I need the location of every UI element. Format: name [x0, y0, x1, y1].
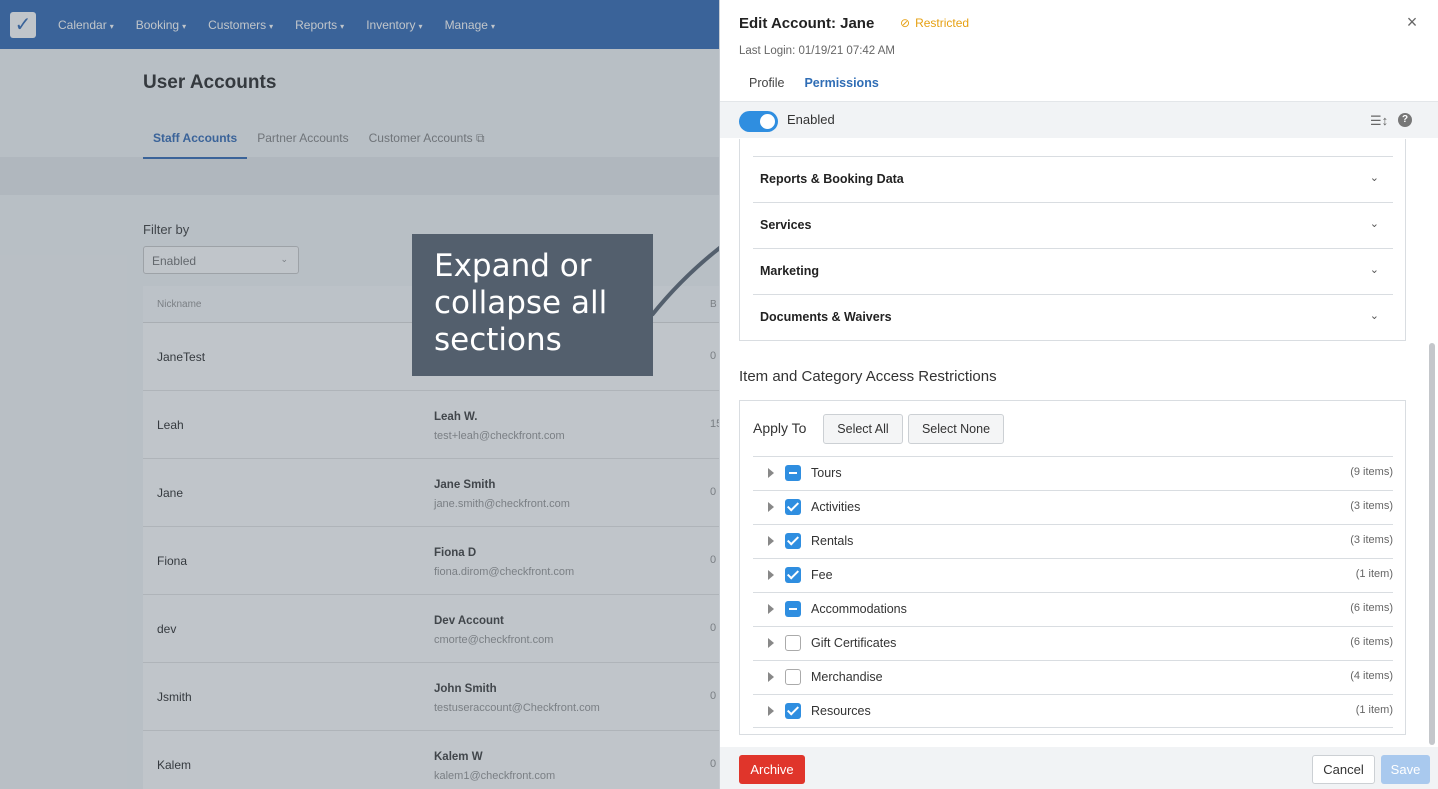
select-none-button[interactable]: Select None — [908, 414, 1004, 444]
category-checkbox[interactable] — [785, 567, 801, 583]
tab-profile[interactable]: Profile — [739, 72, 794, 103]
access-restrictions-title: Item and Category Access Restrictions — [739, 368, 997, 385]
item-category-row[interactable]: Tours (9 items) — [753, 456, 1393, 490]
item-category-row[interactable]: Merchandise (4 items) — [753, 660, 1393, 694]
category-name: Activities — [811, 500, 861, 514]
item-category-row[interactable]: Accommodations (6 items) — [753, 592, 1393, 626]
section-marketing[interactable]: Marketing ⌄ — [753, 249, 1393, 295]
last-login: Last Login: 01/19/21 07:42 AM — [739, 45, 896, 57]
item-category-row[interactable]: Activities (3 items) — [753, 490, 1393, 524]
category-checkbox[interactable] — [785, 465, 801, 481]
expand-triangle-icon[interactable] — [768, 604, 774, 614]
category-checkbox[interactable] — [785, 533, 801, 549]
expand-collapse-all-icon[interactable]: ☰↕ — [1370, 113, 1388, 129]
section-services[interactable]: Services ⌄ — [753, 203, 1393, 249]
chevron-down-icon: ⌄ — [1369, 172, 1379, 184]
section-row-partial[interactable] — [753, 139, 1393, 157]
tutorial-callout: Expand or collapse all sections — [412, 234, 653, 376]
category-count: (3 items) — [1350, 500, 1393, 512]
section-reports-booking-data[interactable]: Reports & Booking Data ⌄ — [753, 157, 1393, 203]
expand-triangle-icon[interactable] — [768, 638, 774, 648]
status-badge: ⊘ Restricted — [900, 16, 970, 30]
expand-triangle-icon[interactable] — [768, 536, 774, 546]
panel-footer: Archive Cancel Save — [720, 747, 1438, 789]
expand-triangle-icon[interactable] — [768, 672, 774, 682]
category-checkbox[interactable] — [785, 703, 801, 719]
toggle-label: Enabled — [787, 112, 835, 127]
category-name: Merchandise — [811, 670, 883, 684]
item-category-row[interactable]: Resources (1 item) — [753, 694, 1393, 728]
category-count: (6 items) — [1350, 602, 1393, 614]
chevron-down-icon: ⌄ — [1369, 218, 1379, 230]
permissions-toolbar: Enabled ☰↕ ? — [720, 101, 1438, 138]
category-name: Rentals — [811, 534, 854, 548]
access-restrictions-box: Apply To Select All Select None Tours (9 … — [739, 400, 1406, 735]
category-checkbox[interactable] — [785, 635, 801, 651]
category-checkbox[interactable] — [785, 499, 801, 515]
category-count: (9 items) — [1350, 466, 1393, 478]
help-icon[interactable]: ? — [1398, 113, 1412, 127]
cancel-button[interactable]: Cancel — [1312, 755, 1375, 784]
category-name: Resources — [811, 704, 871, 718]
modal-overlay[interactable] — [0, 0, 720, 789]
category-name: Accommodations — [811, 602, 907, 616]
edit-account-panel: Edit Account: Jane ⊘ Restricted × Last Lo… — [719, 0, 1438, 789]
item-category-row[interactable]: Fee (1 item) — [753, 558, 1393, 592]
category-checkbox[interactable] — [785, 669, 801, 685]
enabled-toggle[interactable] — [739, 111, 778, 132]
item-category-row[interactable]: Gift Certificates (6 items) — [753, 626, 1393, 660]
expand-triangle-icon[interactable] — [768, 502, 774, 512]
chevron-down-icon: ⌄ — [1369, 310, 1379, 322]
save-button[interactable]: Save — [1381, 755, 1430, 784]
category-checkbox[interactable] — [785, 601, 801, 617]
section-documents-waivers[interactable]: Documents & Waivers ⌄ — [753, 295, 1393, 341]
category-count: (4 items) — [1350, 670, 1393, 682]
expand-triangle-icon[interactable] — [768, 468, 774, 478]
category-count: (1 item) — [1355, 568, 1393, 580]
category-count: (6 items) — [1350, 636, 1393, 648]
panel-title: Edit Account: Jane — [739, 15, 875, 32]
category-name: Fee — [811, 568, 833, 582]
apply-to-label: Apply To — [753, 420, 807, 436]
expand-triangle-icon[interactable] — [768, 706, 774, 716]
permission-sections: Reports & Booking Data ⌄ Services ⌄ Market… — [739, 139, 1406, 341]
category-name: Tours — [811, 466, 842, 480]
category-count: (3 items) — [1350, 534, 1393, 546]
background-app: ✓ Calendar ▾ Booking ▾ Customers ▾ Reports ▾… — [0, 0, 720, 789]
eye-slash-icon: ⊘ — [900, 16, 911, 30]
item-category-row[interactable]: Rentals (3 items) — [753, 524, 1393, 558]
category-count: (1 item) — [1355, 704, 1393, 716]
tab-permissions[interactable]: Permissions — [794, 72, 889, 103]
scrollbar[interactable] — [1429, 343, 1435, 745]
select-all-button[interactable]: Select All — [823, 414, 903, 444]
close-icon[interactable]: × — [1402, 12, 1422, 33]
expand-triangle-icon[interactable] — [768, 570, 774, 580]
archive-button[interactable]: Archive — [739, 755, 805, 784]
chevron-down-icon: ⌄ — [1369, 264, 1379, 276]
panel-tabs: Profile Permissions — [739, 72, 889, 103]
category-name: Gift Certificates — [811, 636, 897, 650]
